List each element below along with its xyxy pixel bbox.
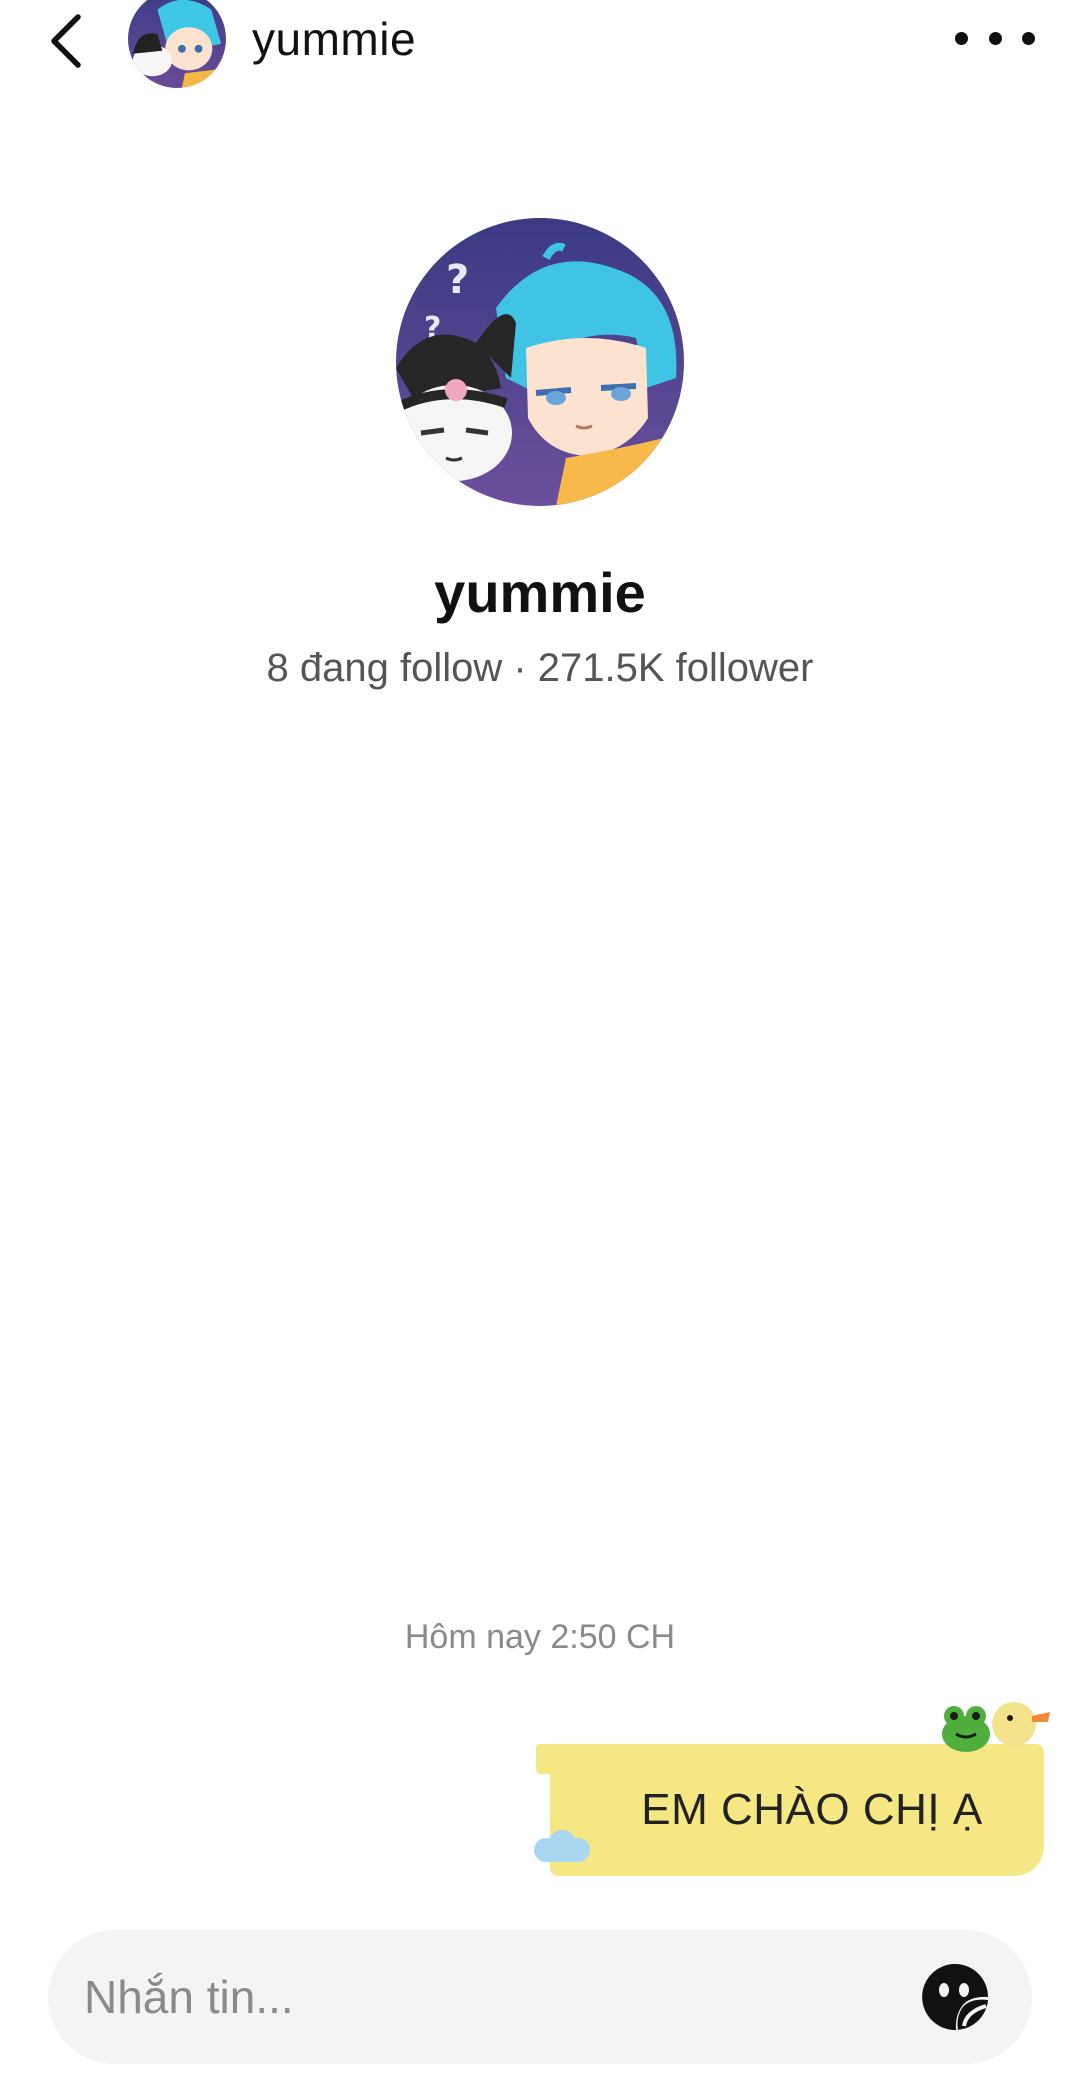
chevron-left-icon — [51, 14, 81, 68]
frog-sticker-icon — [942, 1706, 990, 1752]
sticker-button[interactable] — [920, 1962, 990, 2032]
more-options-button[interactable] — [955, 18, 1035, 58]
back-button[interactable] — [40, 10, 92, 72]
message-bubble-outgoing[interactable]: EM CHÀO CHỊ Ạ — [534, 1700, 1056, 1890]
message-timestamp: Hôm nay 2:50 CH — [404, 1618, 676, 1656]
message-bubble[interactable]: EM CHÀO CHỊ Ạ — [550, 1744, 1044, 1876]
message-input[interactable] — [84, 1960, 904, 2034]
more-horizontal-icon — [955, 31, 968, 45]
chat-header: yummie — [0, 0, 1080, 90]
profile-stats: 8 đang follow · 271.5K follower — [266, 646, 814, 690]
duck-sticker-icon — [992, 1702, 1050, 1746]
header-avatar[interactable] — [128, 0, 226, 88]
header-username[interactable]: yummie — [252, 12, 416, 66]
message-composer — [48, 1930, 1032, 2064]
cloud-sticker-icon — [534, 1830, 590, 1862]
svg-text:?: ? — [446, 257, 469, 303]
message-text: EM CHÀO CHỊ Ạ — [641, 1785, 983, 1834]
profile-avatar[interactable]: ? ? — [396, 218, 684, 506]
profile-name: yummie — [434, 561, 646, 624]
sticker-icon — [922, 1964, 988, 2031]
